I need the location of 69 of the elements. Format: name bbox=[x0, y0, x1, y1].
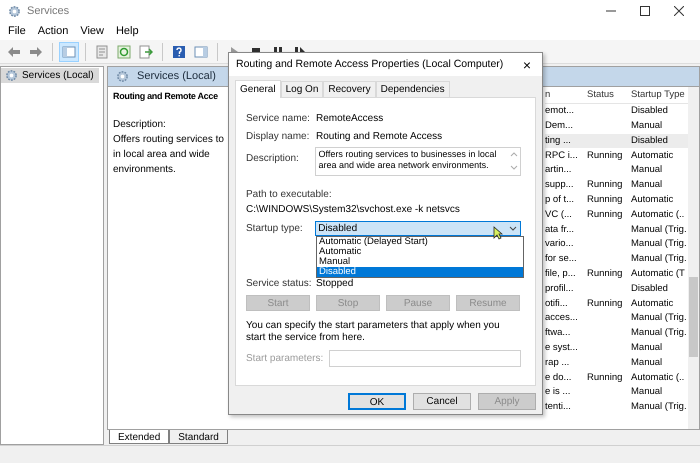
table-cell: artin... bbox=[545, 164, 572, 176]
table-cell: Dem... bbox=[545, 120, 573, 132]
table-cell: Manual bbox=[631, 356, 662, 368]
table-cell: supp... bbox=[545, 179, 574, 190]
field-label: Display name: bbox=[246, 130, 310, 144]
table-cell: acces... bbox=[545, 312, 578, 324]
table-cell: Running bbox=[587, 179, 622, 190]
table-cell: ftwa... bbox=[545, 327, 570, 338]
description-text: Offers routing services to bbox=[113, 132, 225, 146]
table-cell: ting ... bbox=[545, 134, 571, 146]
table-cell: VC (... bbox=[545, 208, 572, 220]
table-cell: tenti... bbox=[545, 401, 571, 412]
table-cell: ata fr... bbox=[545, 224, 574, 235]
field-label: Start parameters: bbox=[246, 352, 324, 366]
note-text: You can specify the start parameters that apply when you start the service from here. bbox=[246, 320, 501, 344]
table-cell: Running bbox=[587, 298, 622, 309]
description-label: Description: bbox=[113, 118, 167, 132]
table-cell: Automatic (.. bbox=[631, 208, 684, 220]
table-cell: Manual (Trig. bbox=[631, 327, 687, 338]
table-cell: Manual (Trig. bbox=[631, 253, 687, 264]
table-cell: Manual bbox=[631, 386, 662, 398]
service-status-value: Stopped bbox=[316, 277, 354, 291]
table-cell: e syst... bbox=[545, 342, 578, 354]
table-cell: Manual bbox=[631, 179, 662, 190]
field-label: Startup type: bbox=[246, 222, 304, 236]
dialog-title: Routing and Remote Access Properties (Local Computer) bbox=[236, 56, 504, 72]
display-name-value: Routing and Remote Access bbox=[316, 130, 442, 144]
table-cell: Disabled bbox=[631, 134, 668, 146]
service-title: Routing and Remote Acce bbox=[113, 90, 219, 103]
table-cell: Running bbox=[587, 150, 622, 161]
table-cell: Manual bbox=[631, 120, 662, 132]
field-label: Path to executable: bbox=[246, 188, 333, 202]
table-cell: for se... bbox=[545, 253, 577, 264]
field-label: Description: bbox=[246, 152, 300, 166]
field-label: Service status: bbox=[246, 277, 313, 291]
table-cell: Manual (Trig. bbox=[631, 312, 687, 324]
service-name-value: RemoteAccess bbox=[316, 112, 384, 126]
table-cell: Running bbox=[587, 194, 622, 206]
path-value: C:\WINDOWS\System32\svchost.exe -k netsvcs bbox=[246, 203, 461, 217]
table-cell: Disabled bbox=[631, 105, 668, 116]
table-cell: Running bbox=[587, 208, 622, 220]
pane-title: Services (Local) bbox=[137, 69, 216, 84]
table-cell: Automatic bbox=[631, 298, 674, 309]
table-cell: Manual (Trig. bbox=[631, 224, 687, 235]
description-text: environments. bbox=[113, 162, 177, 176]
field-label: Service name: bbox=[246, 112, 311, 126]
table-cell: otifi... bbox=[545, 298, 568, 309]
table-cell: Automatic bbox=[631, 194, 674, 206]
table-cell: Manual bbox=[631, 342, 662, 354]
table-cell: Running bbox=[587, 268, 622, 280]
table-cell: vario... bbox=[545, 238, 574, 250]
table-cell: e is ... bbox=[545, 386, 570, 398]
table-cell: Manual bbox=[631, 164, 662, 176]
table-cell: file, p... bbox=[545, 268, 576, 280]
table-cell: emot... bbox=[545, 105, 574, 116]
description-text: in local area and wide bbox=[113, 148, 211, 162]
table-cell: Automatic bbox=[631, 150, 674, 161]
table-cell: RPC i... bbox=[545, 150, 578, 161]
table-cell: e do... bbox=[545, 372, 572, 383]
table-cell: p of t... bbox=[545, 194, 574, 206]
window-title: Services bbox=[27, 4, 70, 19]
table-cell: Automatic (T bbox=[631, 268, 685, 280]
table-cell: rap ... bbox=[545, 356, 570, 368]
table-cell: profil... bbox=[545, 282, 574, 294]
table-cell: Automatic (.. bbox=[631, 372, 684, 383]
table-cell: Manual (Trig. bbox=[631, 238, 687, 250]
table-cell: Disabled bbox=[631, 282, 668, 294]
table-cell: Running bbox=[587, 372, 622, 383]
table-cell: Manual (Trig. bbox=[631, 401, 687, 412]
